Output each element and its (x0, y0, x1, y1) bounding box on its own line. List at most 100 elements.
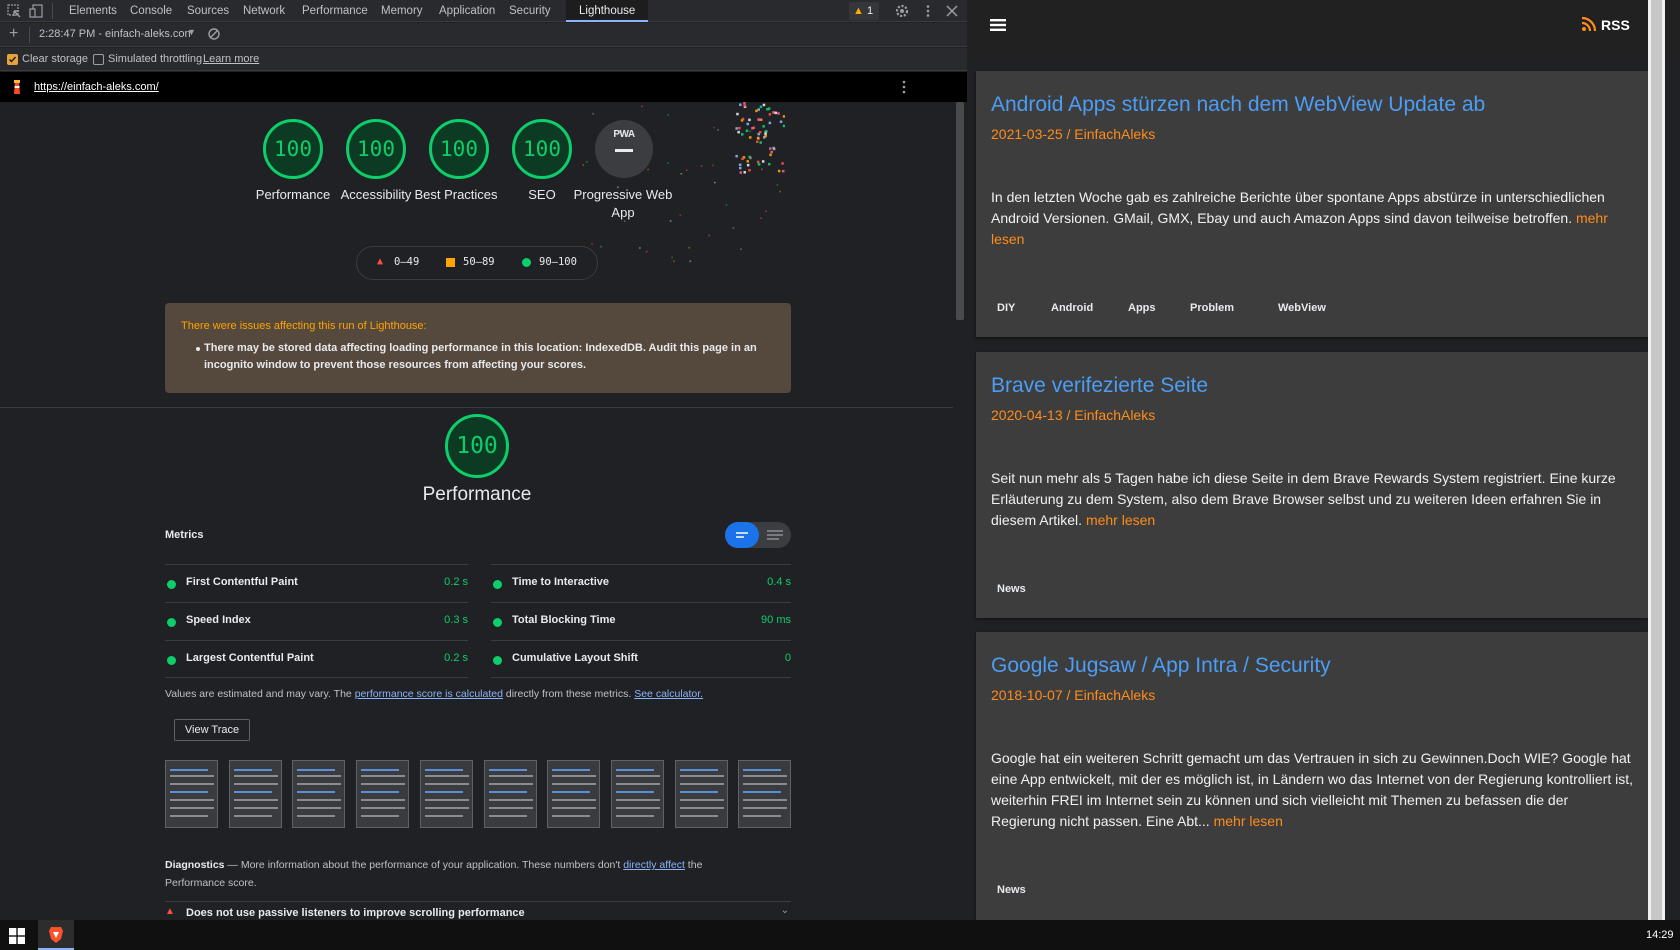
report-scrollbar[interactable] (953, 102, 967, 920)
confetti-piece (647, 168, 649, 171)
metrics-view-toggle[interactable] (725, 522, 791, 548)
more-options-icon[interactable] (920, 3, 936, 19)
expand-chevron-icon[interactable]: ⌄ (781, 905, 789, 916)
page-scrollbar-thumb[interactable] (1651, 0, 1662, 920)
post-title-link[interactable]: Google Jugsaw / App Intra / Security (991, 654, 1331, 678)
windows-start-icon[interactable] (9, 928, 25, 949)
view-trace-button[interactable]: View Trace (174, 719, 250, 741)
confetti-piece (779, 190, 781, 193)
confetti-piece (782, 169, 785, 173)
confetti-piece (667, 162, 669, 164)
tab-performance[interactable]: Performance (296, 0, 374, 22)
toggle-detail-icon[interactable] (759, 522, 791, 548)
metric-name: Largest Contentful Paint (186, 652, 314, 664)
confetti-piece (759, 141, 762, 144)
clear-all-icon[interactable] (207, 27, 221, 46)
inspect-element-icon[interactable] (6, 3, 22, 19)
diagnostic-item[interactable]: ▲ Does not use passive listeners to impr… (165, 905, 791, 920)
confetti-piece (700, 165, 703, 167)
confetti-piece (757, 163, 761, 166)
metric-largest-contentful-paint: Largest Contentful Paint 0.2 s (165, 640, 468, 678)
rss-icon[interactable] (1581, 16, 1597, 37)
score-gauge-seo[interactable]: 100 (512, 119, 572, 179)
post-tag[interactable]: DIY (997, 302, 1015, 314)
brave-browser-icon (49, 927, 63, 943)
report-menu-icon[interactable] (899, 79, 909, 100)
confetti-piece (741, 157, 744, 160)
tab-lighthouse[interactable]: Lighthouse (566, 0, 649, 22)
read-more-link[interactable]: mehr lesen (1086, 512, 1155, 528)
tab-sources[interactable]: Sources (181, 0, 235, 22)
warning-counter[interactable]: ▲ 1 (849, 2, 879, 20)
confetti-piece (765, 210, 767, 213)
pass-dot-icon (167, 656, 176, 665)
clear-storage-checkbox[interactable] (7, 54, 18, 65)
confetti-piece (762, 125, 765, 128)
diagnostics-divider (165, 901, 791, 902)
report-scrollbar-thumb[interactable] (956, 102, 964, 320)
confetti-piece (712, 164, 714, 167)
diagnostics-title: Diagnostics (165, 859, 225, 871)
chevron-down-icon[interactable]: ▼ (187, 27, 196, 37)
post-tag[interactable]: WebView (1278, 302, 1326, 314)
pwa-dash-icon (615, 149, 633, 152)
post-tag[interactable]: Android (1051, 302, 1093, 314)
simulated-throttling-checkbox[interactable] (93, 54, 104, 65)
confetti-piece (774, 111, 777, 115)
taskbar-clock: 14:29 (1646, 929, 1674, 941)
post-tag[interactable]: Apps (1128, 302, 1156, 314)
metric-total-blocking-time: Total Blocking Time 90 ms (491, 602, 791, 640)
brave-taskbar-button[interactable] (38, 920, 74, 950)
close-devtools-icon[interactable] (944, 3, 960, 19)
confetti-piece (746, 160, 749, 163)
confetti-piece (585, 161, 588, 163)
filmstrip-frame (610, 760, 664, 828)
new-report-plus-icon[interactable]: + (9, 25, 18, 43)
confetti-piece (758, 118, 761, 121)
confetti-piece (741, 133, 744, 136)
metric-value: 0 (784, 652, 791, 664)
post-tag[interactable]: News (997, 884, 1026, 896)
score-gauge-performance[interactable]: 100 (263, 119, 323, 179)
tab-application[interactable]: Application (433, 0, 501, 22)
run-warnings-title: There were issues affecting this run of … (181, 320, 427, 332)
settings-gear-icon[interactable] (894, 3, 910, 19)
confetti-piece (766, 108, 769, 111)
device-toolbar-icon[interactable] (29, 3, 45, 19)
hamburger-menu-icon[interactable] (990, 18, 1008, 37)
toggle-summary-icon[interactable] (725, 522, 759, 548)
report-url[interactable]: https://einfach-aleks.com/ (34, 81, 159, 93)
post-tag[interactable]: Problem (1190, 302, 1234, 314)
confetti-piece (689, 260, 692, 262)
rss-link[interactable]: RSS (1601, 17, 1630, 33)
confetti-piece (667, 114, 670, 116)
pwa-badge[interactable]: PWA (595, 120, 653, 178)
tab-elements[interactable]: Elements (63, 0, 123, 22)
tab-security[interactable]: Security (503, 0, 557, 22)
confetti-piece (735, 127, 738, 130)
tab-memory[interactable]: Memory (375, 0, 429, 22)
learn-more-link[interactable]: Learn more (203, 53, 259, 65)
post-title-link[interactable]: Brave verifezierte Seite (991, 374, 1208, 398)
fail-triangle-icon: ▲ (377, 256, 384, 267)
metric-name: Time to Interactive (512, 576, 609, 588)
confetti-piece (748, 169, 751, 172)
post-tag[interactable]: News (997, 583, 1026, 595)
post-title-link[interactable]: Android Apps stürzen nach dem WebView Up… (991, 93, 1485, 117)
confetti-piece (748, 118, 751, 122)
report-selector[interactable]: 2:28:47 PM - einfach-aleks.con (39, 28, 191, 40)
metric-cumulative-layout-shift: Cumulative Layout Shift 0 (491, 640, 791, 678)
metric-first-contentful-paint: First Contentful Paint 0.2 s (165, 564, 468, 602)
score-gauge-accessibility[interactable]: 100 (346, 119, 406, 179)
devtools-tab-bar: Elements Console Sources Network Perform… (0, 0, 967, 22)
score-label-pwa: Progressive Web App (573, 187, 673, 220)
confetti-piece (639, 247, 641, 249)
confetti-piece (641, 105, 643, 108)
score-calculated-link[interactable]: performance score is calculated (355, 688, 503, 700)
read-more-link[interactable]: mehr lesen (1214, 813, 1283, 829)
score-gauge-best-practices[interactable]: 100 (429, 119, 489, 179)
tab-console[interactable]: Console (124, 0, 178, 22)
see-calculator-link[interactable]: See calculator. (634, 688, 703, 700)
tab-network[interactable]: Network (237, 0, 291, 22)
directly-affect-link[interactable]: directly affect (623, 859, 685, 871)
